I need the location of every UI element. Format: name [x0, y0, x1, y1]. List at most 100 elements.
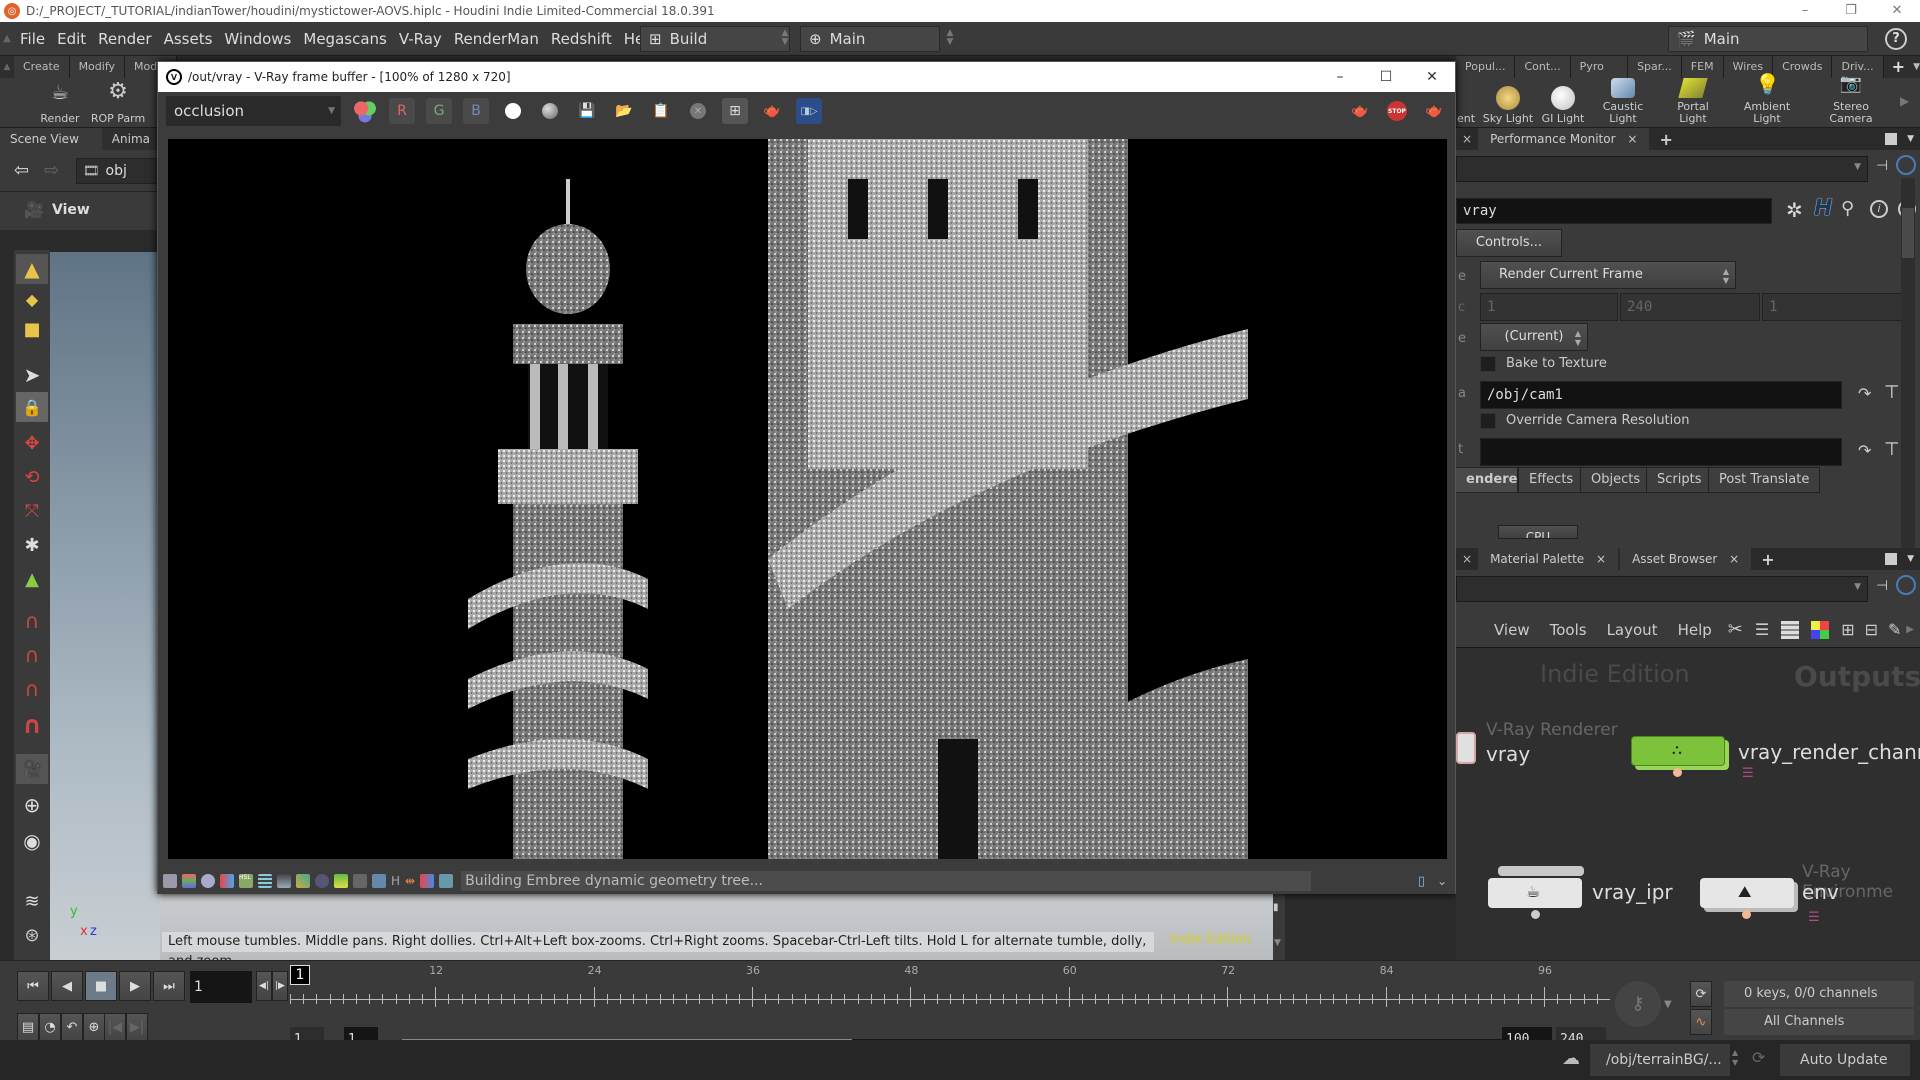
- vfb-close-button[interactable]: ✕: [1409, 62, 1455, 92]
- update-path-select[interactable]: /obj/terrainBG/...: [1590, 1044, 1730, 1076]
- vfb-maximize-button[interactable]: ☐: [1363, 62, 1409, 92]
- alpha-white-icon[interactable]: [500, 98, 526, 124]
- start-render-icon[interactable]: 🫖: [1421, 98, 1447, 124]
- scene-viewport[interactable]: [50, 252, 160, 962]
- timeline-ruler[interactable]: 1 12 24 36 48 60 72 84 96: [290, 961, 1610, 1007]
- shelf-menu-icon[interactable]: ▼: [1913, 56, 1920, 78]
- jump-to-start-button[interactable]: ⏮: [17, 971, 49, 1001]
- clear-image-icon[interactable]: ✕: [685, 98, 711, 124]
- node-name-label[interactable]: vray: [1486, 742, 1530, 766]
- desktop-select[interactable]: ⊞ Build: [640, 25, 790, 52]
- color-channels-icon[interactable]: [352, 98, 378, 124]
- save-image-icon[interactable]: 💾: [574, 98, 600, 124]
- shelf-tab-create[interactable]: Create: [14, 56, 70, 78]
- minimize-button[interactable]: –: [1782, 0, 1828, 22]
- histogram-icon[interactable]: [277, 874, 291, 888]
- shelf-tab-populate[interactable]: Popul...: [1456, 56, 1516, 78]
- pane-menu-icon[interactable]: ▼: [1907, 134, 1914, 144]
- lens-effects-icon[interactable]: [315, 874, 329, 888]
- color-palette-icon[interactable]: [1811, 620, 1830, 639]
- frame-end-field[interactable]: 240: [1620, 293, 1760, 321]
- refresh-icon[interactable]: ⟳: [1752, 1048, 1765, 1067]
- take-menu[interactable]: (Current) ▲ ▼: [1480, 323, 1588, 351]
- render-image-canvas[interactable]: [168, 139, 1447, 859]
- interactive-render-icon[interactable]: 🫖: [1347, 98, 1373, 124]
- menu-renderman[interactable]: RenderMan: [448, 30, 545, 48]
- jump-to-end-button[interactable]: ⏭: [153, 971, 185, 1001]
- shelf-tool-caustic-light[interactable]: Caustic Light: [1590, 78, 1656, 128]
- shelf-tab-modify[interactable]: Modify: [69, 56, 126, 78]
- background-image-icon[interactable]: [334, 874, 348, 888]
- jump-to-node-icon[interactable]: ↷: [1858, 441, 1871, 460]
- color-correction-icon[interactable]: [182, 874, 196, 888]
- stereo-icon[interactable]: [420, 874, 435, 888]
- tab-scripts[interactable]: Scripts: [1646, 467, 1713, 493]
- info-icon[interactable]: i: [1870, 200, 1888, 218]
- jump-to-node-icon[interactable]: ↷: [1858, 384, 1871, 403]
- shelf-tab-fem[interactable]: FEM: [1681, 56, 1724, 78]
- help-h-icon[interactable]: H: [1814, 196, 1832, 221]
- scale-tool-icon[interactable]: ⤧: [16, 496, 48, 526]
- object-path-field[interactable]: [1480, 438, 1842, 466]
- red-channel-button[interactable]: R: [389, 98, 415, 124]
- scroll-down-icon[interactable]: ▼: [1274, 938, 1281, 948]
- select-primitives-icon[interactable]: ■: [16, 314, 48, 344]
- close-tab-icon[interactable]: ×: [1729, 552, 1739, 566]
- pane-maximize-icon[interactable]: [1885, 553, 1898, 565]
- render-element-select[interactable]: occlusion ▼: [166, 96, 341, 126]
- back-arrow-icon[interactable]: ⇦: [14, 160, 29, 181]
- close-button[interactable]: ✕: [1874, 0, 1920, 22]
- parm-scrollbar[interactable]: [1901, 178, 1915, 548]
- menu-assets[interactable]: Assets: [158, 30, 219, 48]
- shelf-tool-partial[interactable]: ent: [1456, 78, 1476, 128]
- monochrome-icon[interactable]: [537, 98, 563, 124]
- tab-effects[interactable]: Effects: [1518, 467, 1585, 493]
- render-mode-menu[interactable]: Render Current Frame ▲ ▼: [1480, 261, 1736, 289]
- context-select[interactable]: ⊕ Main: [800, 25, 940, 52]
- node-vray-render-channels[interactable]: ⛬: [1631, 736, 1725, 766]
- pose-tool-icon[interactable]: ✱: [16, 530, 48, 560]
- add-tab-icon[interactable]: +: [1753, 550, 1782, 569]
- shelf-tab-container[interactable]: Cont...: [1515, 56, 1571, 78]
- channel-refresh-icon[interactable]: ⟳: [1690, 981, 1712, 1007]
- snap-curve-icon[interactable]: ∩: [16, 640, 48, 670]
- shelf-scroll-right-icon[interactable]: ▶: [1900, 94, 1909, 108]
- step-back-button[interactable]: ◀: [51, 971, 83, 1001]
- close-tab-icon[interactable]: ×: [1596, 552, 1606, 566]
- shelf-tool-stereo-camera[interactable]: 📷 Stereo Camera: [1826, 75, 1876, 128]
- network-box-icon[interactable]: ⊟: [1865, 620, 1878, 639]
- collapse-arrow-icon[interactable]: ▲: [0, 33, 14, 44]
- vfb-minimize-button[interactable]: –: [1317, 62, 1363, 92]
- shelf-tool-gi-light[interactable]: GI Light: [1540, 78, 1586, 128]
- desktop-spinner-icon[interactable]: ▲ ▼: [780, 28, 790, 49]
- close-tab-icon[interactable]: ×: [1456, 132, 1478, 146]
- tab-objects[interactable]: Objects: [1580, 467, 1652, 493]
- close-tab-icon[interactable]: ×: [1627, 132, 1637, 146]
- ocio-icon[interactable]: [439, 874, 454, 888]
- pane-maximize-icon[interactable]: [1885, 133, 1898, 145]
- prev-key-disabled-icon[interactable]: |◀: [104, 1013, 126, 1041]
- tab-post-translate[interactable]: Post Translate: [1708, 467, 1821, 493]
- menu-view[interactable]: View: [1494, 621, 1530, 639]
- link-icon[interactable]: [1896, 155, 1916, 175]
- output-connector[interactable]: [1531, 910, 1540, 919]
- add-tab-icon[interactable]: +: [1651, 130, 1680, 149]
- select-arrow-icon[interactable]: ➤: [16, 360, 48, 390]
- white-balance-icon[interactable]: [372, 874, 386, 888]
- display-options-icon[interactable]: ⊕: [16, 790, 48, 820]
- shelf-tool-ambient-light[interactable]: 💡 Ambient Light: [1730, 74, 1804, 128]
- move-tool-icon[interactable]: ✥: [16, 428, 48, 458]
- next-key-disabled-icon[interactable]: ▶|: [126, 1013, 148, 1041]
- prev-key-button[interactable]: ◀|: [256, 971, 272, 1001]
- film-reel-icon[interactable]: ⊛: [16, 920, 48, 950]
- list-view-icon[interactable]: [1781, 620, 1800, 639]
- animation-editor-icon[interactable]: ∿: [1690, 1009, 1712, 1035]
- parm-path-bar[interactable]: ▼: [1456, 156, 1868, 182]
- node-bypass-flag[interactable]: [1498, 866, 1584, 876]
- tab-performance-monitor[interactable]: Performance Monitor ×: [1478, 128, 1650, 150]
- device-menu[interactable]: CPU: [1498, 525, 1578, 539]
- key-icon[interactable]: ⚷: [1615, 981, 1661, 1027]
- node-name-label[interactable]: env: [1802, 880, 1839, 904]
- stop-button[interactable]: ■: [85, 971, 117, 1001]
- key-menu-icon[interactable]: ▼: [1664, 999, 1672, 1010]
